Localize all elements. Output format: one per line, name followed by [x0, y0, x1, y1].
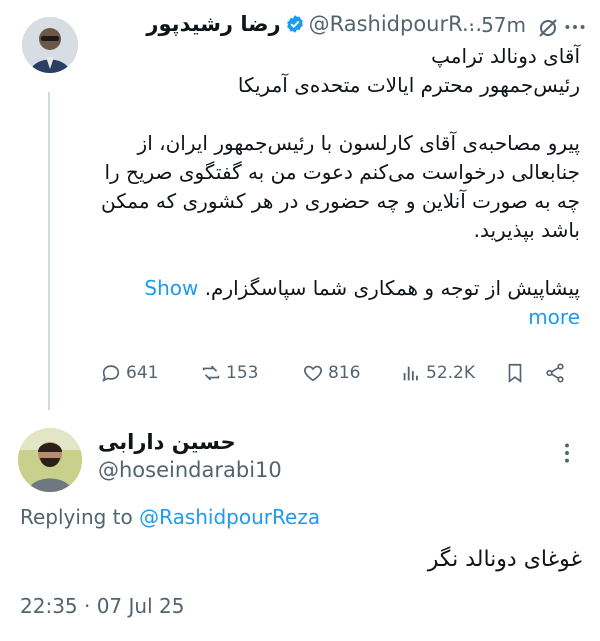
author-handle[interactable]: @RashidpourR...	[309, 12, 482, 36]
tweet-line: چه به صورت آنلاین و چه حضوری در هر کشوری…	[101, 189, 580, 213]
reply-display-name[interactable]: حسین دارابی	[98, 430, 236, 454]
like-count: 816	[328, 363, 361, 383]
like-button[interactable]: 816	[302, 362, 360, 384]
tweet-line: باشد بپذیرید.	[473, 218, 580, 242]
tweet-line	[100, 245, 580, 274]
tweet-line-text: پیشاپیش از توجه و همکاری شما سپاسگزارم.	[204, 276, 580, 300]
reply-button[interactable]: 641	[100, 362, 158, 384]
time-value: 57m	[481, 13, 526, 37]
repost-count: 153	[226, 363, 259, 383]
reply-handle[interactable]: @hoseindarabi10	[98, 458, 282, 482]
tweet-line	[100, 100, 580, 129]
grok-icon[interactable]	[536, 16, 560, 40]
views-button[interactable]: 52.2K	[400, 362, 475, 384]
bookmark-icon	[508, 363, 522, 383]
reply-timestamp[interactable]: 22:35 · 07 Jul 25	[20, 594, 184, 618]
tweet-text: آقای دونالد ترامپ رئیس‌جمهور محترم ایالا…	[100, 42, 580, 332]
author-avatar[interactable]	[22, 17, 78, 73]
author-display-name[interactable]: رضا رشیدپور	[146, 12, 280, 36]
bookmark-button[interactable]	[504, 362, 526, 384]
reply-icon	[102, 365, 120, 382]
tweet-line: پیشاپیش از توجه و همکاری شما سپاسگزارم. …	[100, 274, 580, 332]
heart-icon	[304, 365, 322, 382]
share-button[interactable]	[544, 362, 566, 384]
replying-prefix: Replying to	[20, 505, 140, 529]
reply-author-avatar[interactable]	[18, 428, 82, 492]
views-count: 52.2K	[426, 363, 475, 383]
tweet-line: جنابعالی درخواست می‌کنم دعوت من به گفتگو…	[104, 160, 580, 184]
tweet-line: پیرو مصاحبه‌ی آقای کارلسون با رئیس‌جمهور…	[137, 131, 580, 155]
repost-button[interactable]: 153	[200, 362, 258, 384]
repost-icon	[202, 365, 220, 381]
share-icon	[546, 363, 564, 383]
tweet-time[interactable]: · 57m	[468, 13, 526, 37]
replying-to-mention[interactable]: @RashidpourReza	[139, 505, 320, 529]
reply-count: 641	[126, 363, 159, 383]
reply-avatar-image	[18, 428, 82, 492]
tweet-header: رضا رشیدپور @RashidpourR... · 57m	[100, 10, 592, 44]
thread-line	[48, 92, 50, 410]
tweet-line: آقای دونالد ترامپ	[431, 44, 580, 68]
more-options-icon[interactable]	[562, 14, 588, 40]
avatar-image	[22, 17, 78, 73]
reply-text: غوغای دونالد نگر	[427, 547, 582, 572]
verified-badge-icon	[285, 14, 305, 34]
tweet-line: رئیس‌جمهور محترم ایالات متحده‌ی آمریکا	[237, 73, 580, 97]
replying-to: Replying to @RashidpourReza	[20, 505, 320, 529]
views-chart-icon	[403, 366, 418, 381]
tweet-actions: 641 153 816 52.2K	[96, 362, 580, 396]
time-separator: ·	[468, 13, 475, 37]
reply-more-options-icon[interactable]	[554, 440, 580, 466]
